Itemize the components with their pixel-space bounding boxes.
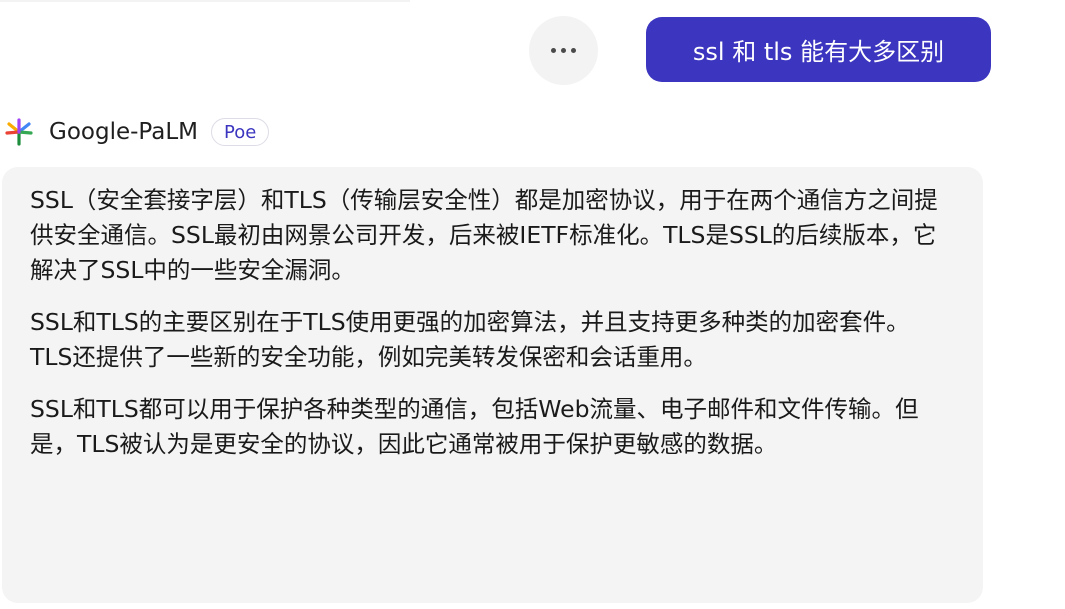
bot-header: Google-PaLM Poe — [2, 114, 270, 150]
user-message-bubble: ssl 和 tls 能有大多区别 — [646, 17, 991, 82]
previous-message-edge — [0, 0, 410, 2]
more-horizontal-icon — [551, 48, 576, 53]
message-more-options-button[interactable] — [529, 16, 598, 85]
bot-message-paragraph: SSL和TLS都可以用于保护各种类型的通信，包括Web流量、电子邮件和文件传输。… — [30, 395, 919, 458]
bot-message-paragraph: SSL和TLS的主要区别在于TLS使用更强的加密算法，并且支持更多种类的加密套件… — [30, 308, 910, 371]
poe-badge[interactable]: Poe — [211, 118, 270, 146]
bot-message-bubble: SSL（安全套接字层）和TLS（传输层安全性）都是加密协议，用于在两个通信方之间… — [2, 167, 983, 603]
bot-name[interactable]: Google-PaLM — [49, 119, 198, 145]
google-palm-logo-icon[interactable] — [2, 115, 36, 149]
bot-message-paragraph: SSL（安全套接字层）和TLS（传输层安全性）都是加密协议，用于在两个通信方之间… — [30, 186, 938, 284]
